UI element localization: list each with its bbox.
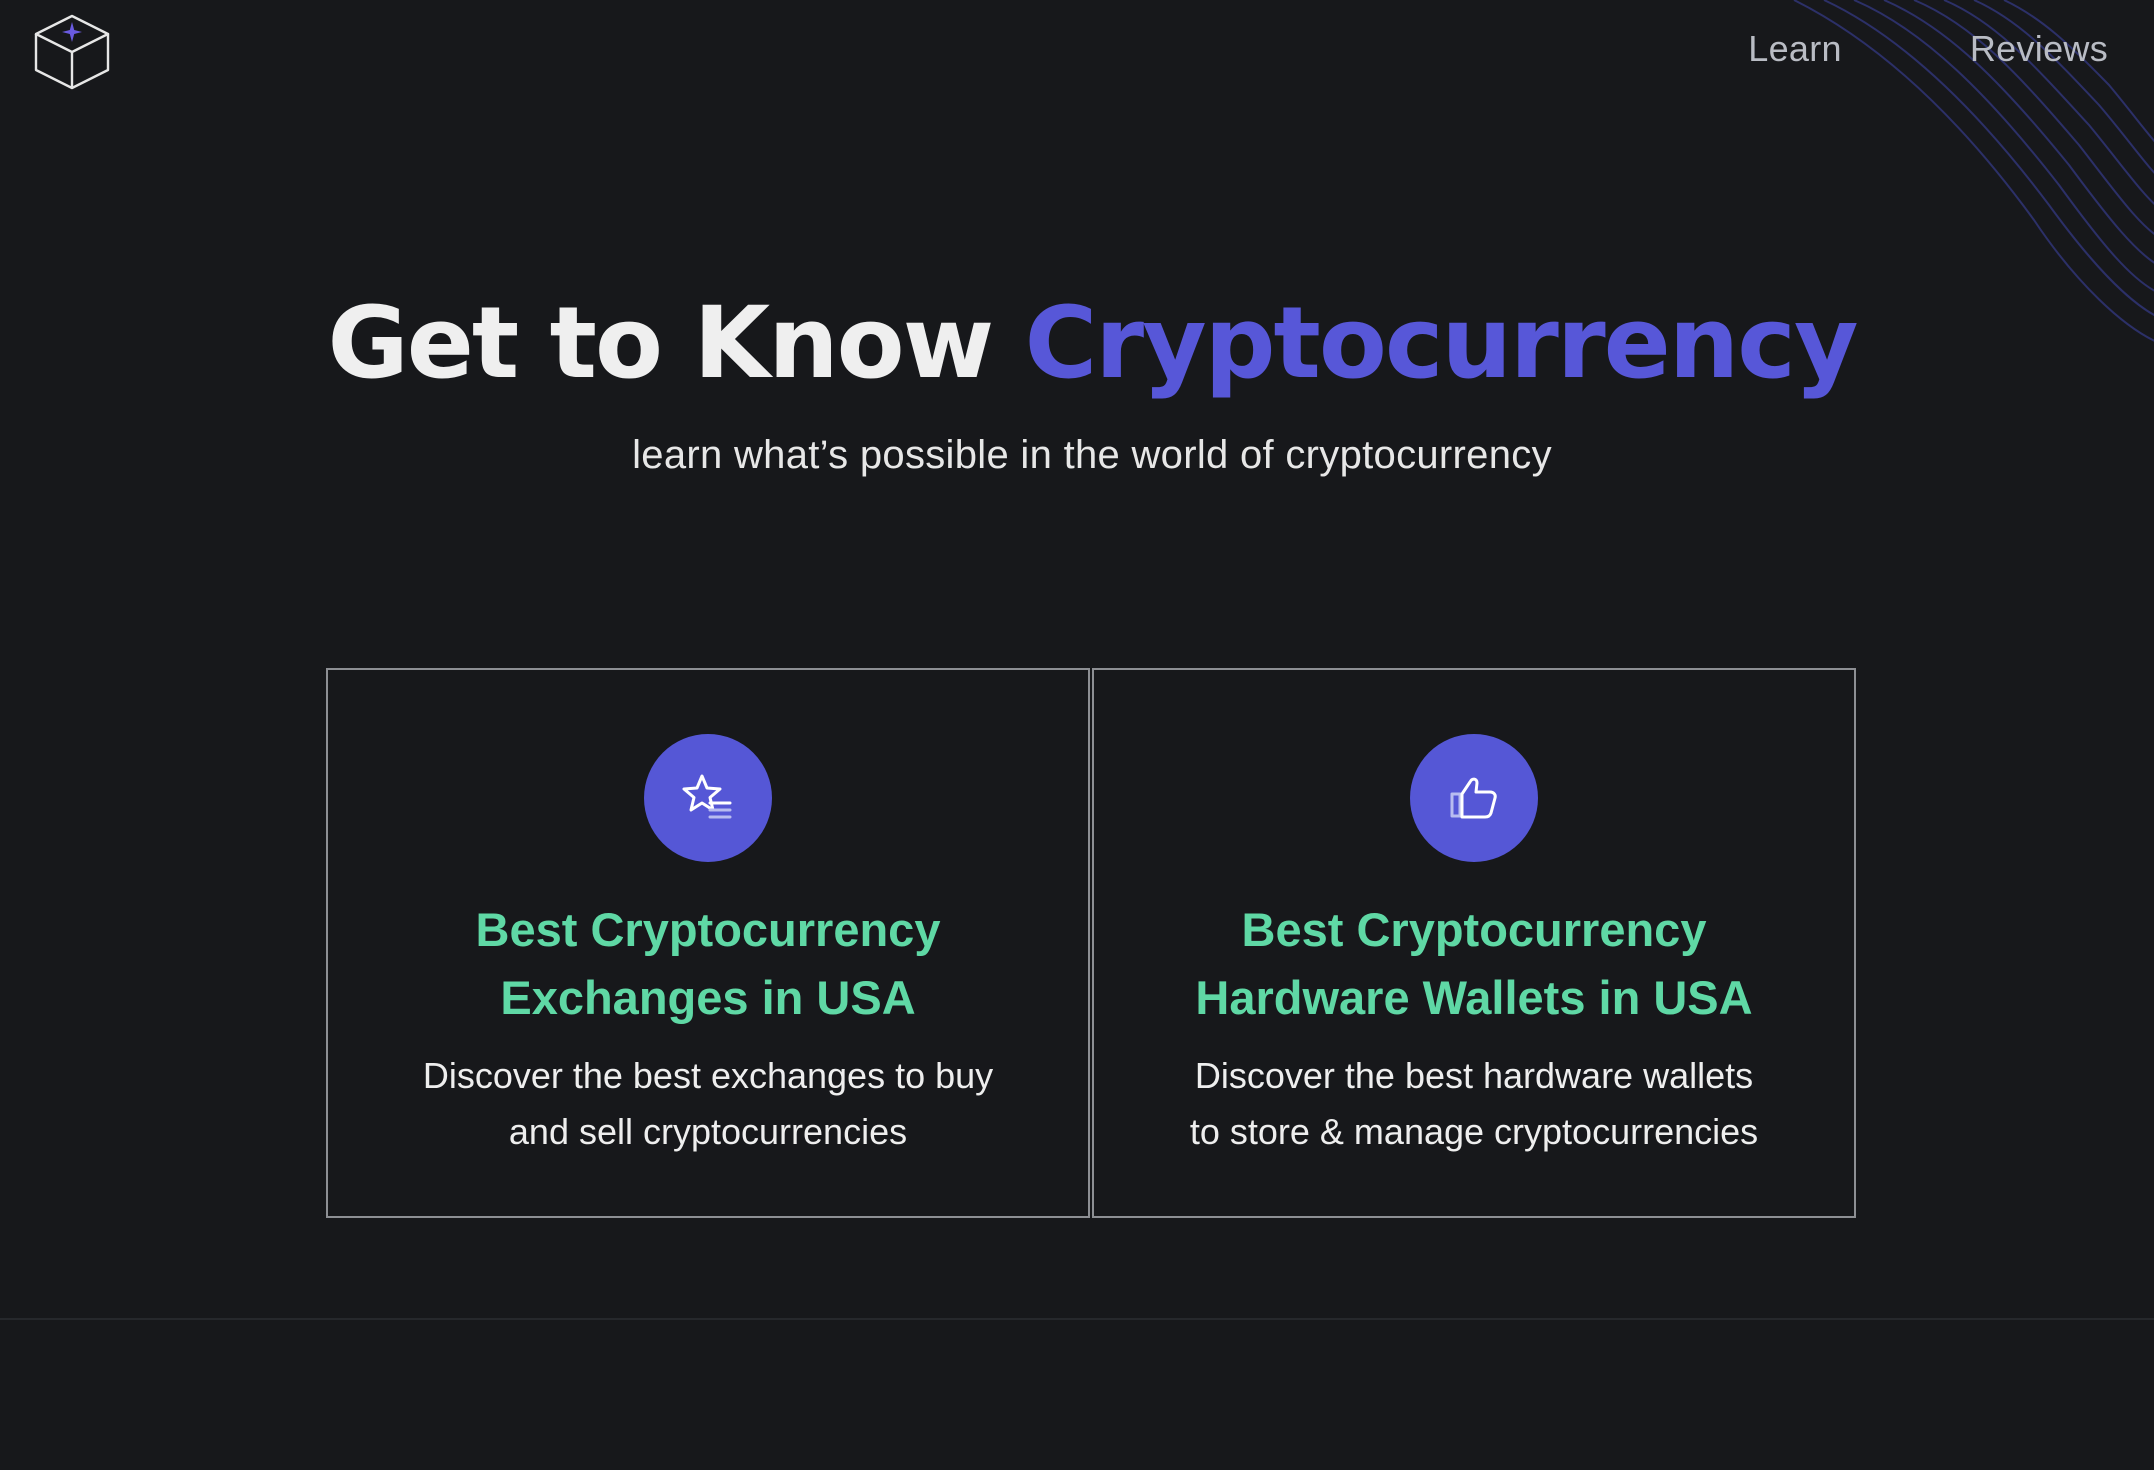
card-grid: Best Cryptocurrency Exchanges in USA Dis… (326, 668, 1858, 1222)
card-title-line: Best Cryptocurrency (1241, 903, 1707, 956)
card-description-line: and sell cryptocurrencies (508, 1111, 908, 1152)
page-title: Get to Know Cryptocurrency (0, 289, 2154, 399)
nav-link-reviews[interactable]: Reviews (1970, 28, 2108, 70)
card-description-line: Discover the best exchanges to buy (422, 1055, 994, 1096)
page-title-plain: Get to Know (327, 286, 994, 401)
card-title: Best Cryptocurrency Exchanges in USA (328, 896, 1088, 1032)
star-list-icon (644, 734, 772, 862)
card-title-line: Hardware Wallets in USA (1195, 971, 1753, 1024)
page-title-accent: Cryptocurrency (1024, 286, 1859, 401)
card-title-line: Exchanges in USA (500, 971, 916, 1024)
nav-link-learn[interactable]: Learn (1748, 28, 1842, 70)
card-description: Discover the best hardware wallets to st… (1094, 1048, 1854, 1160)
card-title: Best Cryptocurrency Hardware Wallets in … (1094, 896, 1854, 1032)
card-description: Discover the best exchanges to buy and s… (328, 1048, 1088, 1160)
card-description-line: to store & manage cryptocurrencies (1189, 1111, 1759, 1152)
card-hardware-wallets[interactable]: Best Cryptocurrency Hardware Wallets in … (1092, 668, 1856, 1218)
page-subtitle: learn what’s possible in the world of cr… (632, 432, 1552, 477)
hero-section: Get to Know Cryptocurrency learn what’s … (0, 289, 2154, 478)
cube-logo-icon[interactable] (32, 12, 112, 92)
site-header: Learn Reviews (0, 0, 2154, 110)
card-description-line: Discover the best hardware wallets (1194, 1055, 1754, 1096)
card-title-line: Best Cryptocurrency (475, 903, 941, 956)
card-exchanges[interactable]: Best Cryptocurrency Exchanges in USA Dis… (326, 668, 1090, 1218)
footer-divider (0, 1318, 2154, 1320)
main-nav: Learn Reviews (1748, 28, 2108, 70)
thumbs-up-icon (1410, 734, 1538, 862)
